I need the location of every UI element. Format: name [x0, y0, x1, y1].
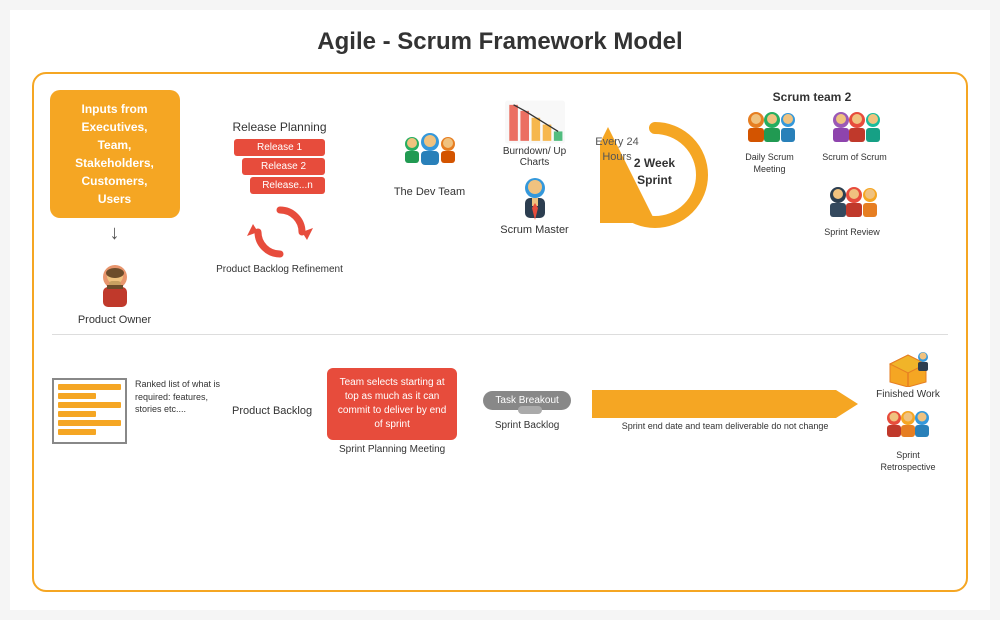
- daily-scrum-label: Daily Scrum Meeting: [735, 152, 805, 175]
- every24-label: Every 24 Hours: [582, 135, 652, 166]
- diagram-border: Inputs from Executives, Team, Stakeholde…: [32, 72, 968, 592]
- product-backlog-label: Product Backlog: [232, 405, 312, 417]
- scrum-of-scrum-icon: [829, 108, 881, 150]
- devteam-label: The Dev Team: [394, 186, 465, 198]
- backlog-text-col: Ranked list of what is required: feature…: [135, 378, 222, 416]
- backlog-line-3: [58, 402, 121, 408]
- release-2-tag: Release 2: [242, 158, 325, 175]
- left-column: Inputs from Executives, Team, Stakeholde…: [52, 90, 177, 326]
- big-arrow-col: Sprint end date and team deliverable do …: [592, 390, 858, 433]
- sprint-backlog-block: Task Breakout Sprint Backlog: [472, 391, 582, 431]
- daily-scrum-block: Daily Scrum Meeting: [735, 108, 805, 175]
- product-owner-block: Product Owner: [78, 259, 151, 326]
- sprint-backlog-label: Sprint Backlog: [495, 420, 559, 431]
- release-1-tag: Release 1: [234, 139, 325, 156]
- task-breakout-badge-2: [518, 406, 542, 414]
- backlog-refinement-label: Product Backlog Refinement: [216, 264, 343, 275]
- release-planning-col: Release Planning Release 1 Release 2 Rel…: [187, 90, 372, 275]
- separator: [52, 334, 948, 335]
- burndown-label: Burndown/ Up Charts: [487, 146, 582, 168]
- arrow-body: [592, 390, 836, 418]
- finished-work-label: Finished Work: [876, 389, 940, 400]
- sprint-review-label: Sprint Review: [824, 227, 880, 237]
- scrum-of-scrum-label: Scrum of Scrum: [822, 152, 887, 164]
- daily-scrum-icon: [742, 108, 797, 150]
- pb-label-col: Product Backlog: [232, 405, 312, 417]
- devteam-col: The Dev Team: [382, 90, 477, 198]
- right-col: Scrum team 2: [727, 90, 897, 237]
- finished-work-icon: [885, 349, 931, 387]
- arrowhead-icon: [836, 390, 858, 418]
- sprint-retro-label: Sprint Retrospective: [868, 450, 948, 473]
- scrummaster-label: Scrum Master: [500, 224, 568, 236]
- sprint-review-inner: Sprint Review: [817, 183, 887, 237]
- backlog-refinement-icon: [245, 200, 315, 262]
- backlog-desc: Ranked list of what is required: feature…: [135, 378, 222, 416]
- product-owner-label: Product Owner: [78, 314, 151, 326]
- sprint-planning-box: Team selects starting at top as much as …: [327, 368, 457, 440]
- big-arrow-wrapper: [592, 390, 858, 418]
- sprint-review-block: Sprint Review: [727, 183, 897, 237]
- backlog-line-1: [58, 384, 121, 390]
- product-owner-icon: [89, 259, 141, 311]
- backlog-line-4: [58, 411, 96, 417]
- sprint-review-icon: [826, 183, 878, 225]
- main-title: Agile - Scrum Framework Model: [32, 28, 968, 56]
- sprint-planning-label: Sprint Planning Meeting: [339, 444, 445, 455]
- release-n-tag: Release...n: [250, 177, 325, 194]
- sprint-retro-icon: [882, 408, 934, 448]
- sprint-cycle-col: Every 24 Hours 2 Week Sprint: [592, 90, 717, 230]
- scrummaster-burndown-col: Burndown/ Up Charts Scrum Master: [487, 90, 582, 236]
- backlog-visual-wrapper: [52, 378, 127, 444]
- scrum-of-scrum-block: Scrum of Scrum: [820, 108, 890, 175]
- releases-stack: Release 1 Release 2 Release...n: [234, 139, 325, 194]
- finished-work-block: Finished Work Sprint Retrospecti: [868, 349, 948, 473]
- scrummaster-icon: [515, 176, 555, 222]
- scrum-team2-header: Scrum team 2: [727, 90, 897, 104]
- devteam-icon: [400, 130, 460, 182]
- arrow-down-icon: ↓: [110, 222, 120, 245]
- sprint-planning-col: Team selects starting at top as much as …: [322, 368, 462, 455]
- bottom-row: Ranked list of what is required: feature…: [52, 349, 948, 473]
- page-container: Agile - Scrum Framework Model Inputs fro…: [10, 10, 990, 610]
- backlog-line-6: [58, 429, 96, 435]
- sprint-retro-block: Sprint Retrospective: [868, 408, 948, 473]
- backlog-line-2: [58, 393, 96, 399]
- arrow-label: Sprint end date and team deliverable do …: [622, 421, 829, 433]
- backlog-visual: [52, 378, 127, 444]
- release-planning-label: Release Planning: [232, 120, 326, 134]
- burndown-chart: [505, 100, 565, 144]
- product-backlog-block: Ranked list of what is required: feature…: [52, 378, 222, 444]
- backlog-line-5: [58, 420, 121, 426]
- inputs-box: Inputs from Executives, Team, Stakeholde…: [50, 90, 180, 218]
